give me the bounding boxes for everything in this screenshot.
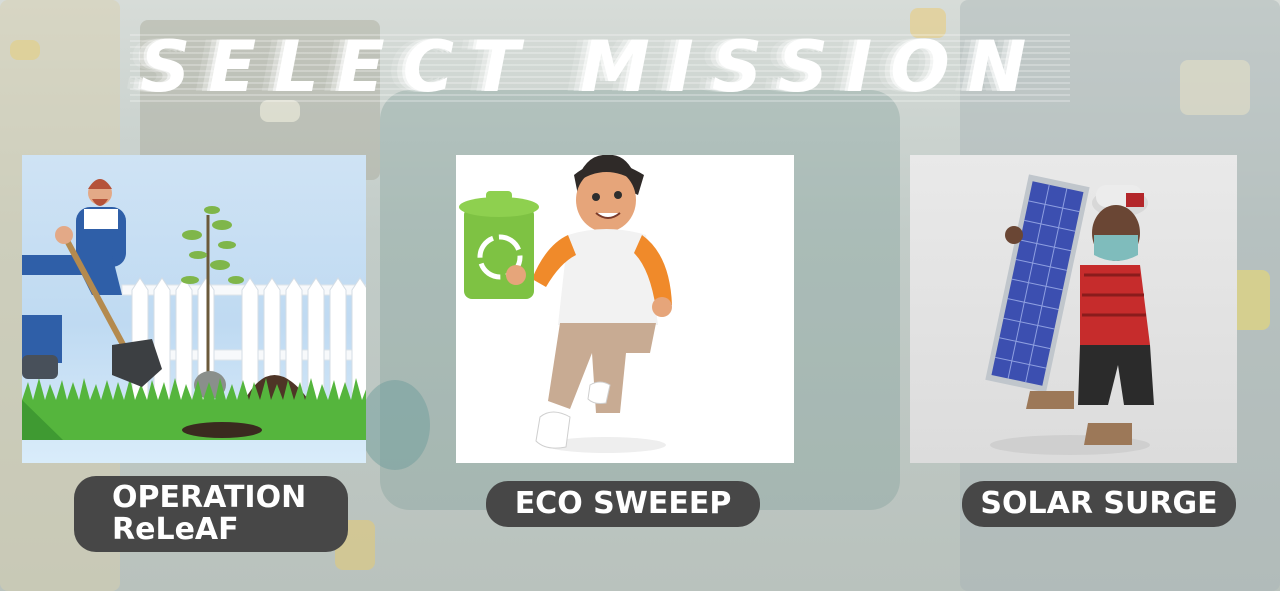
- worker-with-solar-panel-image[interactable]: [910, 155, 1237, 463]
- boy-with-recycling-bin-image[interactable]: [456, 155, 794, 463]
- mission-label-operation-releaf[interactable]: OPERATION ReLeAF: [74, 476, 348, 552]
- mission-label-line1: OPERATION: [112, 480, 307, 515]
- mission-label-eco-sweeep[interactable]: ECO SWEEEP: [486, 481, 760, 527]
- mission-label-line2: ReLeAF: [112, 512, 239, 547]
- mission-label-solar-surge[interactable]: SOLAR SURGE: [962, 481, 1236, 527]
- gardener-planting-tree-image[interactable]: [22, 155, 366, 463]
- screen-title: Select Mission: [140, 26, 1045, 108]
